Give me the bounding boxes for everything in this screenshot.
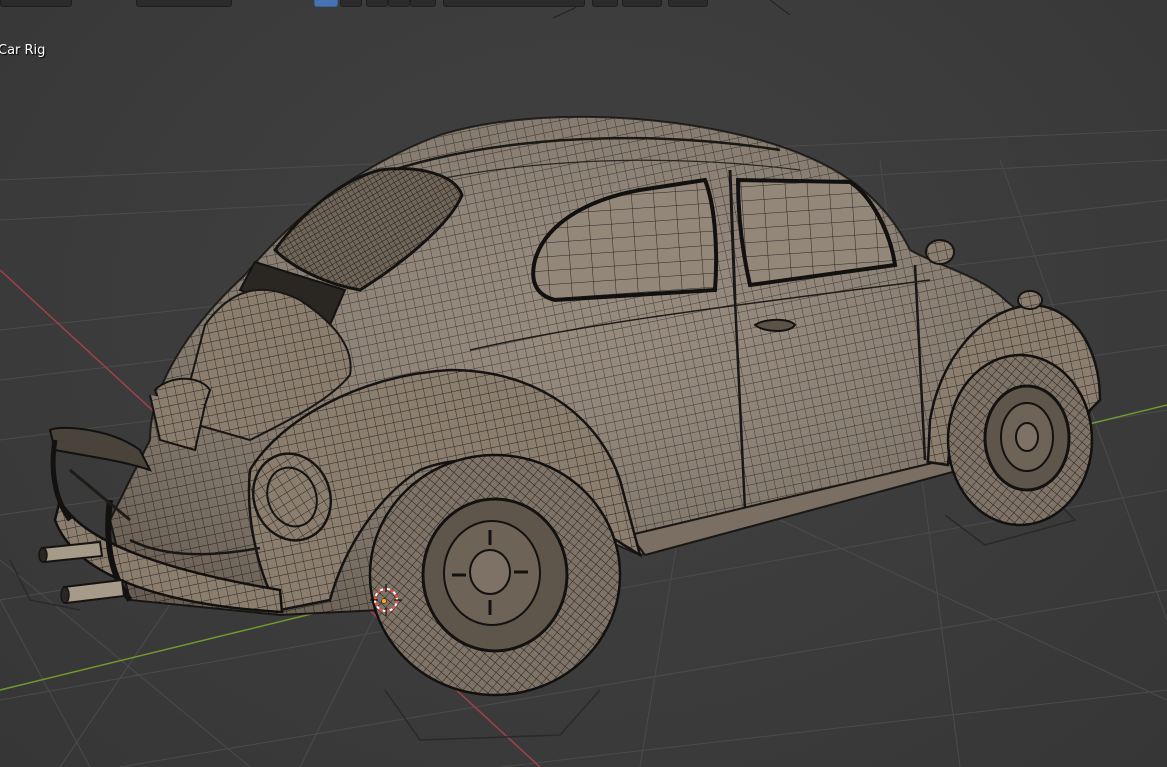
snap-icon[interactable]: [366, 0, 388, 7]
shading-icon[interactable]: [592, 0, 618, 7]
front-wheel: [946, 353, 1094, 527]
rear-wheel: [368, 453, 622, 697]
pivot-dropdown-icon[interactable]: [136, 0, 232, 7]
scene-canvas[interactable]: [0, 0, 1167, 767]
car-mesh[interactable]: [38, 115, 1102, 697]
side-window-front: [735, 177, 898, 288]
origin-dot-icon: [381, 598, 387, 604]
overlay-icon[interactable]: [410, 0, 436, 7]
select-mode-icon[interactable]: [340, 0, 362, 7]
proportional-icon[interactable]: [388, 0, 410, 7]
3d-viewport[interactable]: Car Rig: [0, 0, 1167, 767]
object-name-label: Car Rig: [0, 43, 46, 58]
object-name-field-icon[interactable]: [443, 0, 585, 7]
viewport-options-icon[interactable]: [622, 0, 662, 7]
camera-icon[interactable]: [668, 0, 708, 7]
select-box-icon[interactable]: [314, 0, 338, 7]
mode-dropdown-icon[interactable]: [0, 0, 72, 7]
